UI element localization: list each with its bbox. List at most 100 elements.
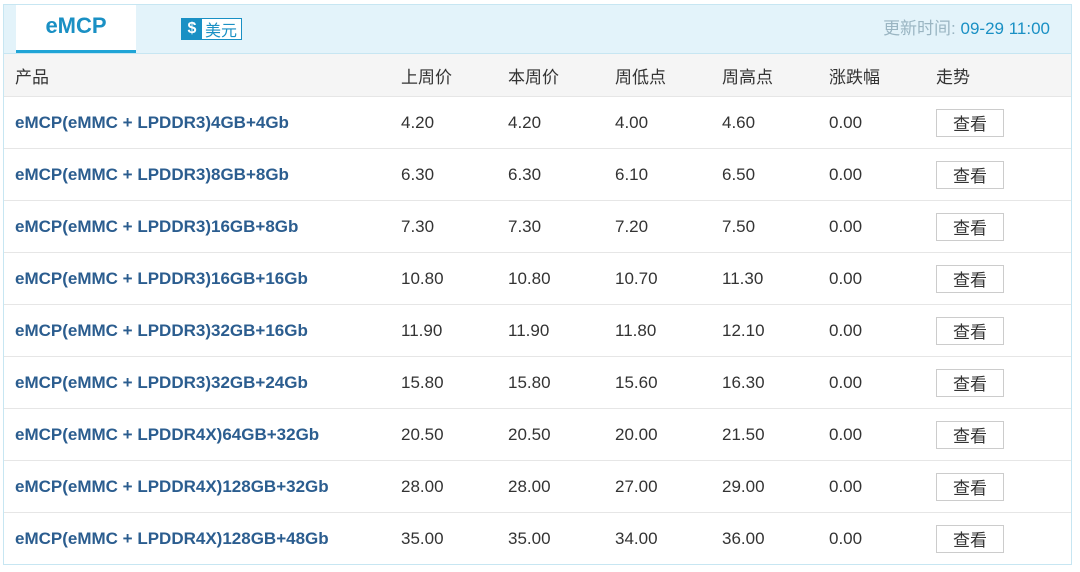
header-trend: 走势: [936, 54, 1071, 97]
week-high: 11.30: [722, 252, 829, 305]
header-change: 涨跌幅: [829, 54, 936, 97]
week-high: 21.50: [722, 408, 829, 461]
header-this-week: 本周价: [508, 54, 615, 97]
price-table: 产品 上周价 本周价 周低点 周高点 涨跌幅 走势 eMCP(eMMC + LP…: [4, 54, 1071, 564]
last-week-price: 10.80: [401, 252, 508, 305]
this-week-price: 35.00: [508, 528, 551, 548]
view-trend-button[interactable]: 查看: [936, 160, 1004, 189]
change: 0.00: [829, 356, 936, 409]
week-low: 4.00: [615, 96, 722, 149]
week-low: 11.80: [615, 304, 722, 357]
currency-label: 美元: [205, 23, 238, 40]
week-low: 15.60: [615, 356, 722, 409]
last-week-price: 20.50: [401, 408, 508, 461]
change: 0.00: [829, 460, 936, 513]
last-week-price: 35.00: [401, 528, 444, 548]
table-row: eMCP(eMMC + LPDDR3)8GB+8Gb 6.30 6.30 6.1…: [4, 148, 1071, 201]
last-week-price: 6.30: [401, 148, 508, 201]
last-week-price: 28.00: [401, 460, 508, 513]
week-low: 20.00: [615, 408, 722, 461]
view-trend-button[interactable]: 查看: [936, 264, 1004, 293]
update-time-value: 09-29 11:00: [960, 19, 1050, 38]
change: 0.00: [829, 200, 936, 253]
change: 0.00: [829, 252, 936, 305]
tab-emcp[interactable]: eMCP: [16, 5, 136, 53]
week-high: 36.00: [722, 528, 765, 548]
tab-emcp-label: eMCP: [45, 12, 107, 38]
table-header-row: 产品 上周价 本周价 周低点 周高点 涨跌幅 走势: [4, 54, 1071, 97]
trend-cell: 查看: [936, 408, 1071, 461]
last-week-price: 15.80: [401, 356, 508, 409]
view-trend-button[interactable]: 查看: [936, 524, 1004, 553]
week-low: 6.10: [615, 148, 722, 201]
last-week-price: 7.30: [401, 200, 508, 253]
week-low: 10.70: [615, 252, 722, 305]
week-low: 27.00: [615, 460, 722, 513]
view-trend-button[interactable]: 查看: [936, 316, 1004, 345]
trend-cell: 查看: [936, 460, 1071, 513]
product-link[interactable]: eMCP(eMMC + LPDDR3)8GB+8Gb: [4, 148, 401, 201]
table-row: eMCP(eMMC + LPDDR3)16GB+8Gb 7.30 7.30 7.…: [4, 200, 1071, 253]
view-trend-button[interactable]: 查看: [936, 212, 1004, 241]
trend-cell: 查看: [936, 148, 1071, 201]
this-week-price: 28.00: [508, 460, 615, 513]
product-link[interactable]: eMCP(eMMC + LPDDR3)4GB+4Gb: [4, 96, 401, 149]
view-trend-button[interactable]: 查看: [936, 420, 1004, 449]
update-time: 更新时间: 09-29 11:00: [883, 18, 1050, 40]
product-link[interactable]: eMCP(eMMC + LPDDR3)16GB+8Gb: [4, 200, 401, 253]
week-low: 7.20: [615, 200, 722, 253]
product-link[interactable]: eMCP(eMMC + LPDDR3)16GB+16Gb: [4, 252, 401, 305]
product-link[interactable]: eMCP(eMMC + LPDDR4X)128GB+48Gb: [4, 513, 401, 565]
week-low: 34.00: [615, 528, 658, 548]
trend-cell: 查看: [936, 252, 1071, 305]
this-week-price: 11.90: [508, 304, 615, 357]
last-week-price: 4.20: [401, 96, 508, 149]
header-last-week: 上周价: [401, 54, 508, 97]
product-link[interactable]: eMCP(eMMC + LPDDR3)32GB+16Gb: [4, 304, 401, 357]
currency-toggle[interactable]: $ 美元: [181, 18, 243, 40]
dollar-icon: $: [182, 19, 202, 39]
week-high: 4.60: [722, 96, 829, 149]
table-row: eMCP(eMMC + LPDDR3)32GB+24Gb 15.80 15.80…: [4, 356, 1071, 409]
product-link[interactable]: eMCP(eMMC + LPDDR4X)64GB+32Gb: [4, 408, 401, 461]
update-time-label: 更新时间:: [883, 19, 961, 38]
trend-cell: 查看: [936, 200, 1071, 253]
trend-cell: 查看: [936, 96, 1071, 149]
table-row: eMCP(eMMC + LPDDR3)16GB+16Gb 10.80 10.80…: [4, 252, 1071, 305]
week-high: 6.50: [722, 148, 829, 201]
header-product: 产品: [4, 54, 401, 97]
this-week-price: 15.80: [508, 356, 615, 409]
view-trend-button[interactable]: 查看: [936, 368, 1004, 397]
this-week-price: 7.30: [508, 200, 615, 253]
tab-bar: eMCP $ 美元 更新时间: 09-29 11:00: [4, 5, 1071, 54]
last-week-price: 11.90: [401, 304, 508, 357]
table-row: eMCP(eMMC + LPDDR3)32GB+16Gb 11.90 11.90…: [4, 304, 1071, 357]
week-high: 7.50: [722, 200, 829, 253]
this-week-price: 4.20: [508, 96, 615, 149]
this-week-price: 10.80: [508, 252, 615, 305]
product-link[interactable]: eMCP(eMMC + LPDDR3)32GB+24Gb: [4, 356, 401, 409]
table-row: eMCP(eMMC + LPDDR3)4GB+4Gb 4.20 4.20 4.0…: [4, 96, 1071, 149]
table-row: eMCP(eMMC + LPDDR4X)128GB+32Gb 28.00 28.…: [4, 460, 1071, 513]
product-link[interactable]: eMCP(eMMC + LPDDR4X)128GB+32Gb: [4, 460, 401, 513]
price-panel: eMCP $ 美元 更新时间: 09-29 11:00 产品 上周价 本周价 周…: [3, 4, 1072, 565]
this-week-price: 20.50: [508, 408, 615, 461]
week-high: 16.30: [722, 356, 829, 409]
change: 0.00: [829, 304, 936, 357]
header-week-low: 周低点: [615, 54, 722, 97]
week-high: 12.10: [722, 304, 829, 357]
header-week-high: 周高点: [722, 54, 829, 97]
change: 0.00: [829, 148, 936, 201]
change: 0.00: [829, 96, 936, 149]
change: 0.00: [829, 408, 936, 461]
change: 0.00: [829, 528, 863, 548]
week-high: 29.00: [722, 460, 829, 513]
trend-cell: 查看: [936, 304, 1071, 357]
this-week-price: 6.30: [508, 148, 615, 201]
trend-cell: 查看: [936, 356, 1071, 409]
trend-cell: 查看: [936, 513, 1071, 565]
view-trend-button[interactable]: 查看: [936, 472, 1004, 501]
table-row: eMCP(eMMC + LPDDR4X)128GB+48Gb 35.00 35.…: [4, 513, 1071, 565]
view-trend-button[interactable]: 查看: [936, 108, 1004, 137]
table-row: eMCP(eMMC + LPDDR4X)64GB+32Gb 20.50 20.5…: [4, 408, 1071, 461]
